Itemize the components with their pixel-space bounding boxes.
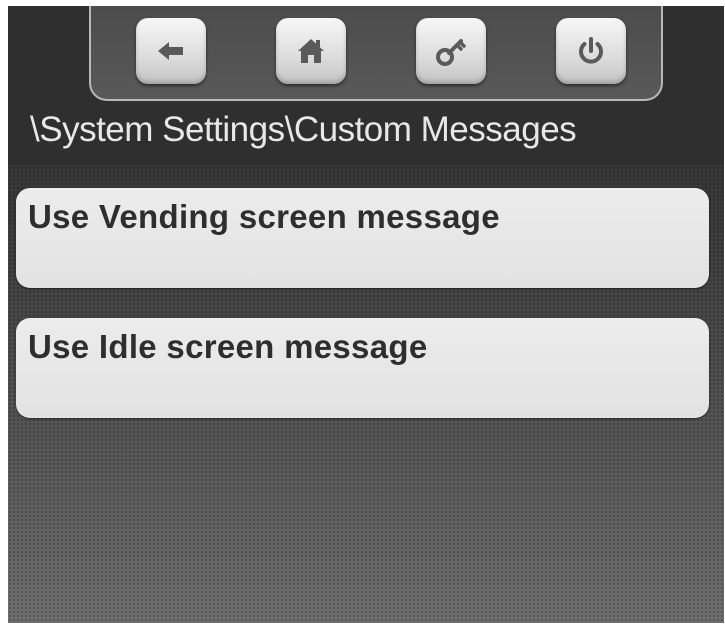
key-button[interactable] [416,18,486,84]
back-arrow-icon [158,42,183,60]
home-button[interactable] [276,18,346,84]
use-vending-screen-message-button[interactable]: Use Vending screen message [16,188,709,288]
breadcrumb: \System Settings\Custom Messages [30,110,577,149]
menu-item-label: Use Idle screen message [28,328,428,365]
power-icon [579,37,603,64]
home-icon [298,39,324,63]
header-bar: \System Settings\Custom Messages [8,6,724,164]
back-button[interactable] [136,18,206,84]
power-button[interactable] [556,18,626,84]
menu-item-label: Use Vending screen message [28,198,500,235]
screen: \System Settings\Custom Messages Use Ven… [8,6,724,623]
use-idle-screen-message-button[interactable]: Use Idle screen message [16,318,709,418]
toolbar [89,6,663,101]
key-icon [436,39,466,66]
